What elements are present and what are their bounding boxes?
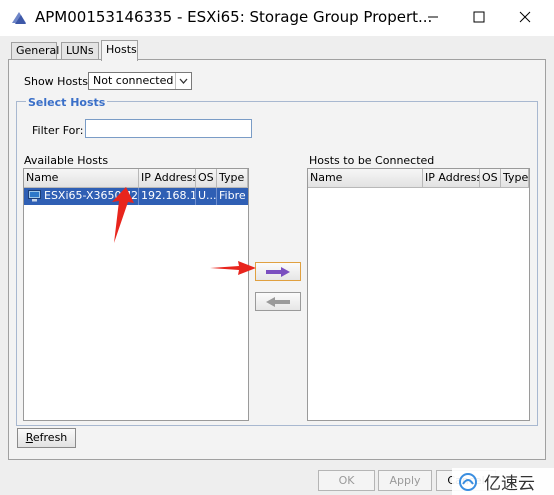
left-arrow-icon — [266, 296, 290, 307]
available-hosts-label: Available Hosts — [24, 154, 109, 167]
refresh-label: efresh — [32, 431, 68, 444]
show-hosts-value: Not connected — [93, 74, 174, 87]
show-hosts-label: Show Hosts: — [24, 75, 92, 88]
remove-host-button[interactable] — [255, 292, 301, 311]
host-server-icon — [28, 190, 41, 202]
column-header-type[interactable]: Type — [217, 169, 248, 188]
apply-button[interactable]: Apply — [378, 470, 432, 491]
tab-hosts[interactable]: Hosts — [101, 40, 138, 61]
column-header-ip[interactable]: IP Address — [423, 169, 480, 188]
select-hosts-title: Select Hosts — [26, 96, 108, 109]
close-icon — [519, 11, 531, 23]
minimize-button[interactable] — [410, 0, 456, 34]
maximize-icon — [473, 11, 485, 23]
column-header-os[interactable]: OS — [480, 169, 501, 188]
host-os-cell: U... — [196, 188, 217, 205]
maximize-button[interactable] — [456, 0, 502, 34]
column-header-type[interactable]: Type — [501, 169, 529, 188]
refresh-mnemonic: R — [25, 431, 33, 444]
filter-input[interactable] — [85, 119, 252, 138]
refresh-button[interactable]: Refresh — [17, 428, 76, 448]
host-type-cell: Fibre — [219, 189, 246, 202]
watermark-logo-icon — [459, 472, 477, 491]
show-hosts-dropdown[interactable]: Not connected — [88, 72, 192, 90]
ok-button[interactable]: OK — [318, 470, 375, 491]
column-header-name[interactable]: Name — [308, 169, 423, 188]
tab-general[interactable]: General — [11, 42, 59, 59]
chevron-down-icon — [175, 73, 191, 89]
annotation-arrow-icon — [112, 187, 134, 243]
add-host-button[interactable] — [255, 262, 301, 281]
hosts-to-connect-label: Hosts to be Connected — [309, 154, 435, 167]
tab-luns[interactable]: LUNs — [61, 42, 99, 59]
host-ip-cell: 192.168.1... — [139, 188, 196, 205]
column-header-ip[interactable]: IP Address — [139, 169, 196, 188]
watermark-text: 亿速云 — [484, 474, 535, 494]
close-button[interactable] — [502, 0, 548, 34]
minimize-icon — [428, 16, 438, 18]
window-title: APM00153146335 - ESXi65: Storage Group P… — [35, 8, 433, 26]
column-header-os[interactable]: OS — [196, 169, 217, 188]
watermark: 亿速云 — [452, 468, 554, 495]
hosts-to-connect-table[interactable]: Name IP Address OS Type — [307, 168, 530, 421]
app-icon — [12, 12, 26, 24]
annotation-arrow-icon — [210, 261, 256, 275]
filter-label: Filter For: — [32, 124, 84, 137]
right-arrow-icon — [266, 266, 290, 277]
